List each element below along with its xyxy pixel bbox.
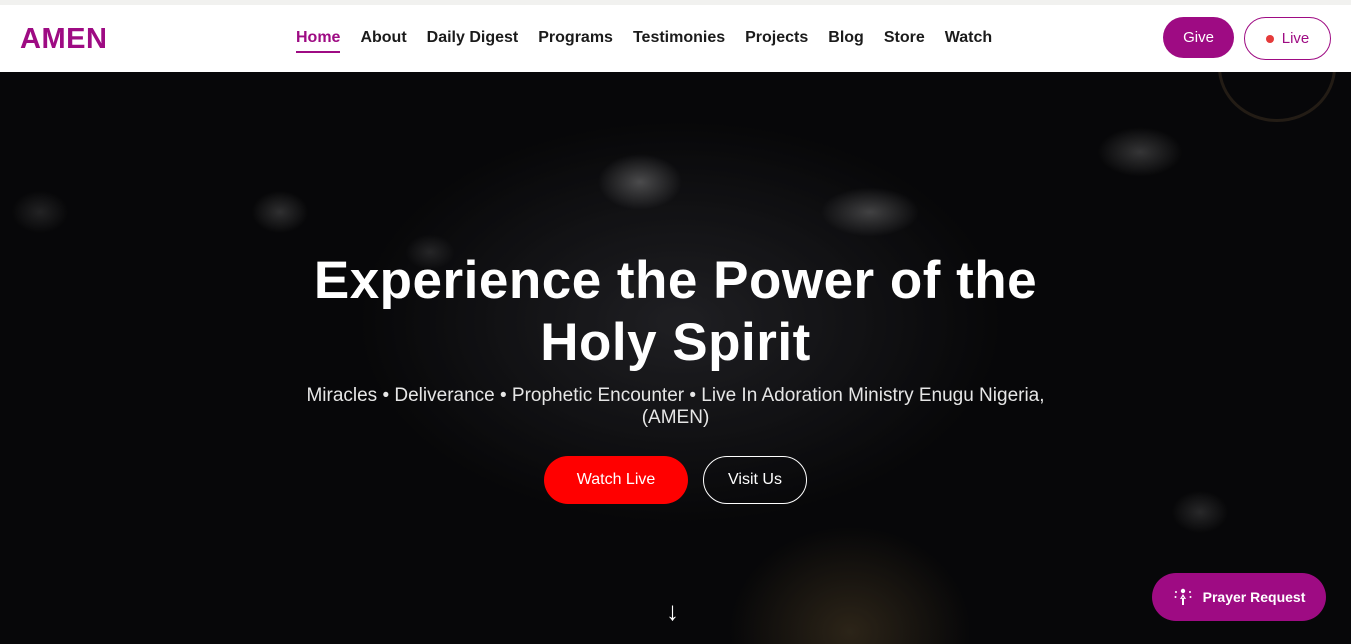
nav-testimonies[interactable]: Testimonies <box>633 29 725 53</box>
live-button[interactable]: Live <box>1244 17 1331 60</box>
hero-section: Experience the Power of the Holy Spirit … <box>0 72 1351 644</box>
nav-about[interactable]: About <box>360 29 406 53</box>
nav-blog[interactable]: Blog <box>828 29 864 53</box>
site-logo[interactable]: AMEN <box>20 23 107 56</box>
prayer-request-label: Prayer Request <box>1202 589 1306 605</box>
nav-projects[interactable]: Projects <box>745 29 808 53</box>
nav-programs[interactable]: Programs <box>538 29 613 53</box>
praying-hands-icon <box>1173 587 1193 607</box>
prayer-request-button[interactable]: Prayer Request <box>1152 573 1326 621</box>
hero-title: Experience the Power of the Holy Spirit <box>313 251 1038 372</box>
visit-us-button[interactable]: Visit Us <box>703 456 807 504</box>
nav-daily-digest[interactable]: Daily Digest <box>427 29 519 53</box>
nav-watch[interactable]: Watch <box>945 29 992 53</box>
nav-home[interactable]: Home <box>296 29 341 53</box>
give-button[interactable]: Give <box>1163 17 1234 58</box>
live-button-label: Live <box>1281 30 1310 47</box>
site-header: AMEN Home About Daily Digest Programs Te… <box>0 5 1351 72</box>
watch-live-button[interactable]: Watch Live <box>544 456 688 504</box>
down-arrow-icon[interactable]: ↓ <box>666 597 679 625</box>
live-dot-icon <box>1265 34 1274 43</box>
main-nav: Home About Daily Digest Programs Testimo… <box>296 29 1012 53</box>
hero-subtitle: Miracles • Deliverance • Prophetic Encou… <box>306 385 1045 428</box>
nav-store[interactable]: Store <box>884 29 925 53</box>
